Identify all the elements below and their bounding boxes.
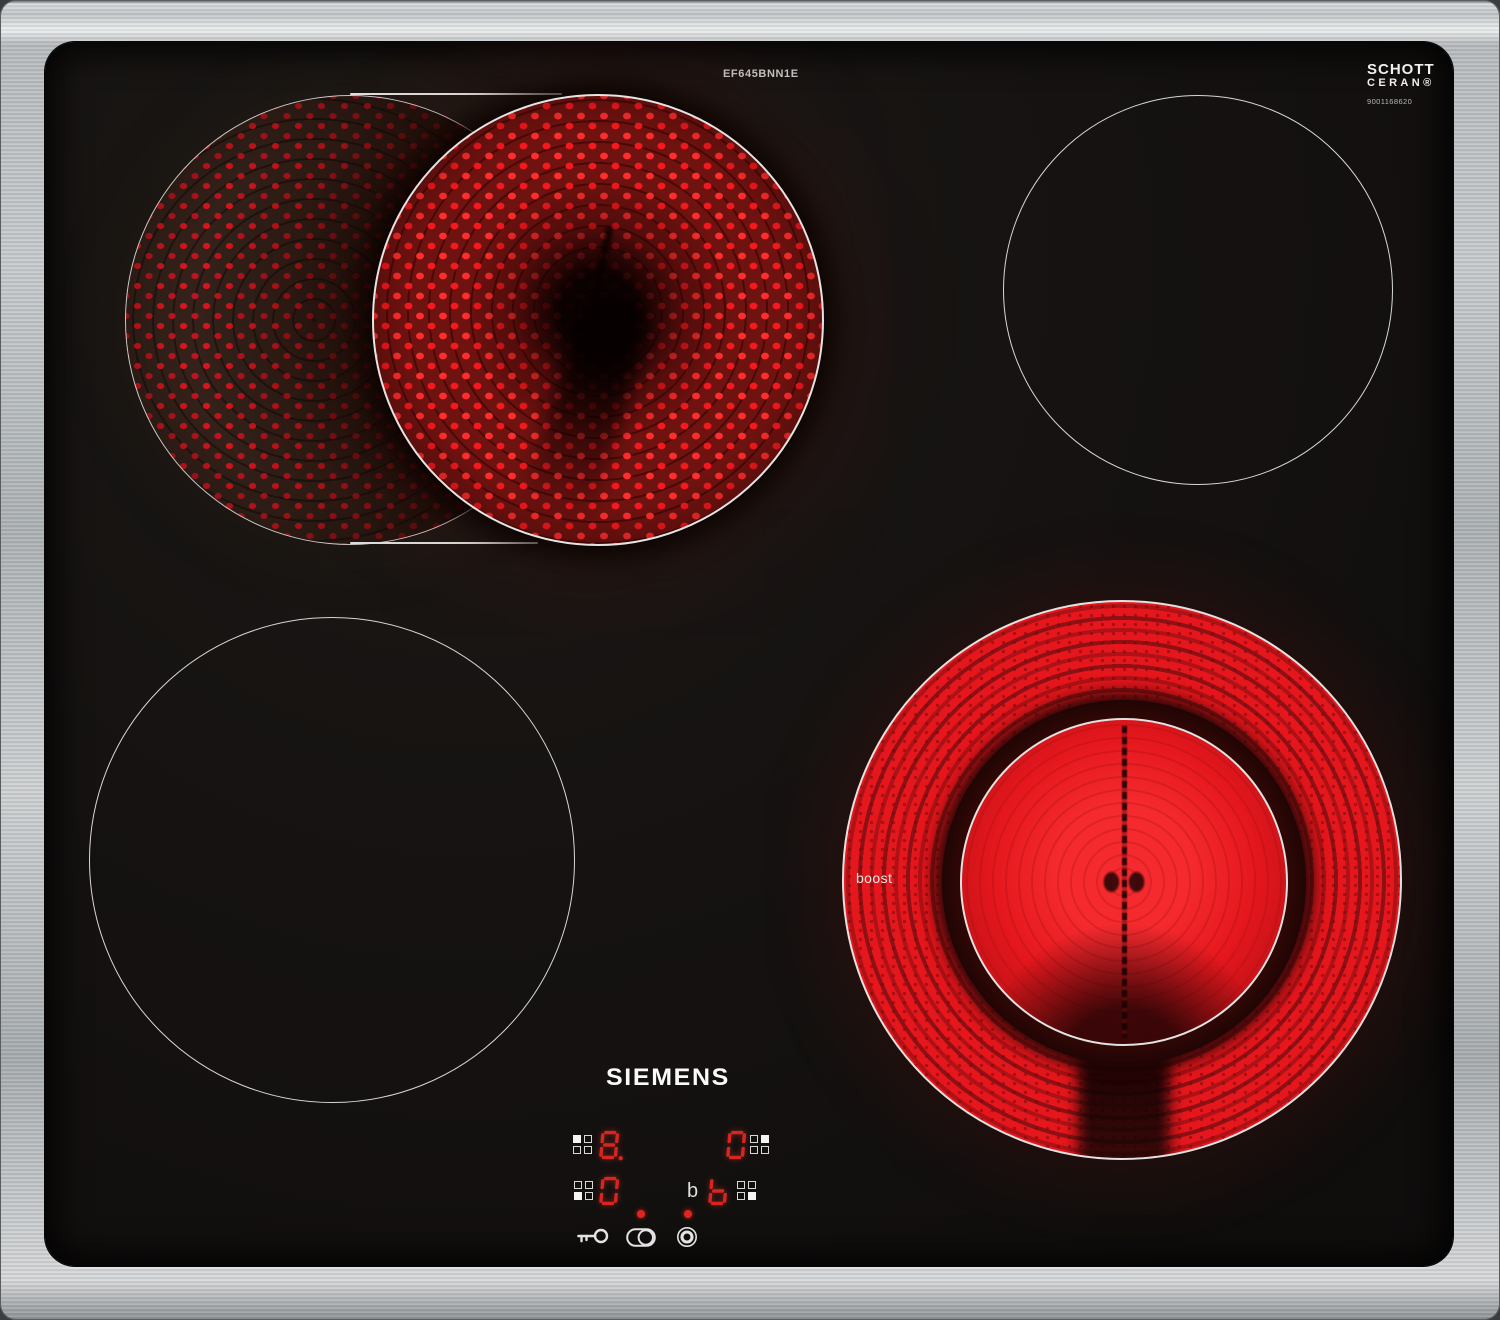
triple-zone-indicator-dot — [684, 1210, 692, 1218]
burner-position-indicator-rear-right — [750, 1135, 772, 1155]
dual-zone-indicator-dot — [637, 1210, 645, 1218]
power-level-display-front-right[interactable] — [707, 1175, 733, 1207]
rear-left-oval-outline-top — [350, 93, 562, 95]
indicator-square-bottom-left — [573, 1146, 581, 1154]
burner-front-right — [842, 600, 1402, 1160]
dual-zone-oval-icon[interactable] — [626, 1228, 656, 1247]
siemens-logo: SIEMENS — [606, 1064, 814, 1092]
glass-batch-number: 9001168620 — [1367, 98, 1435, 106]
indicator-square-top-left — [573, 1135, 581, 1143]
burner-position-indicator-front-left — [574, 1181, 596, 1201]
rear-left-oval-outline-bottom — [350, 542, 538, 544]
indicator-square-bottom-right — [584, 1146, 592, 1154]
model-number-label: EF645BNN1E — [723, 68, 799, 80]
burner-position-indicator-front-right — [737, 1181, 759, 1201]
power-level-display-rear-left[interactable] — [598, 1129, 624, 1161]
ceramic-glass-surface: EF645BNN1E SCHOTT CERAN® 9001168620 boos… — [45, 42, 1453, 1266]
burner-front-right-inner-circle — [960, 718, 1288, 1046]
indicator-square-top-right — [584, 1135, 592, 1143]
schott-ceran-logo: SCHOTT CERAN® 9001168620 — [1367, 62, 1435, 106]
indicator-square-top-left — [750, 1135, 758, 1143]
burner-position-indicator-rear-left — [573, 1135, 595, 1155]
cooktop-product-photo: EF645BNN1E SCHOTT CERAN® 9001168620 boos… — [0, 0, 1500, 1320]
boost-b-printed-label: b — [687, 1180, 698, 1203]
indicator-square-bottom-right — [748, 1192, 756, 1200]
burner-rear-left-main-zone — [372, 94, 824, 546]
indicator-square-top-left — [574, 1181, 582, 1189]
schott-ceran-logo-line2: CERAN® — [1367, 78, 1435, 90]
boost-label: boost — [856, 870, 892, 886]
burner-rear-right — [1003, 95, 1393, 485]
temperature-sensor-shadow — [517, 287, 655, 533]
child-lock-key-icon[interactable] — [574, 1226, 610, 1246]
power-level-display-rear-right[interactable] — [725, 1129, 751, 1161]
burner-front-left — [89, 617, 575, 1103]
indicator-square-bottom-left — [750, 1146, 758, 1154]
indicator-square-top-left — [737, 1181, 745, 1189]
indicator-square-top-right — [748, 1181, 756, 1189]
element-terminal-shadow — [1078, 1026, 1170, 1160]
indicator-square-bottom-right — [585, 1192, 593, 1200]
schott-ceran-logo-line1: SCHOTT — [1367, 62, 1435, 78]
indicator-square-bottom-left — [737, 1192, 745, 1200]
indicator-square-bottom-left — [574, 1192, 582, 1200]
triple-zone-ring-icon[interactable] — [676, 1226, 698, 1248]
indicator-square-top-right — [585, 1181, 593, 1189]
power-level-display-front-left[interactable] — [598, 1175, 624, 1207]
indicator-square-top-right — [761, 1135, 769, 1143]
indicator-square-bottom-right — [761, 1146, 769, 1154]
